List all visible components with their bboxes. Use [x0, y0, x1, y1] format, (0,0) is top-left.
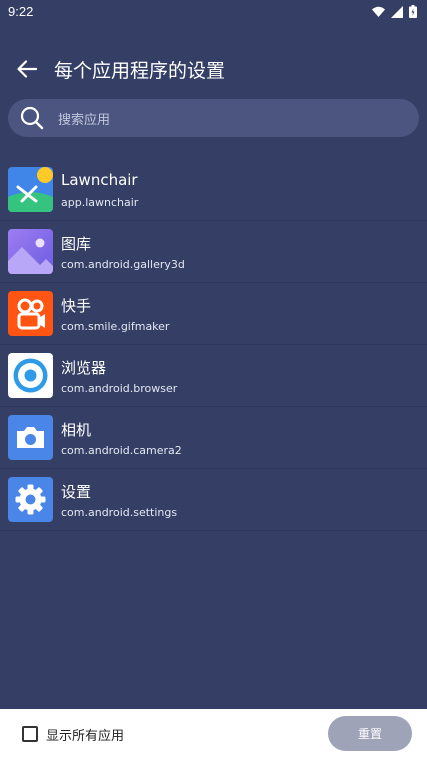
bottom-bar: 显示所有应用 重置 — [0, 709, 427, 759]
show-all-label[interactable]: 显示所有应用 — [46, 725, 124, 744]
app-package: com.android.browser — [61, 382, 178, 395]
list-item-lawnchair[interactable]: Lawnchair app.lawnchair — [0, 159, 427, 221]
list-item-kuaishou[interactable]: 快手 com.smile.gifmaker — [0, 283, 427, 345]
camera-icon — [8, 415, 53, 460]
app-package: com.smile.gifmaker — [61, 320, 170, 333]
list-item-browser[interactable]: 浏览器 com.android.browser — [0, 345, 427, 407]
battery-icon — [409, 5, 417, 18]
search-placeholder: 搜索应用 — [58, 113, 111, 128]
app-name: 快手 — [61, 297, 92, 315]
list-item-gallery[interactable]: 图库 com.android.gallery3d — [0, 221, 427, 283]
app-package: com.android.gallery3d — [61, 258, 185, 271]
app-package: com.android.settings — [61, 506, 178, 519]
app-name: 浏览器 — [61, 359, 107, 377]
app-list: Lawnchair app.lawnchair 图库 com.android.g… — [0, 159, 427, 531]
app-package: com.android.camera2 — [61, 444, 182, 457]
list-item-settings[interactable]: 设置 com.android.settings — [0, 469, 427, 531]
status-time: 9:22 — [8, 4, 34, 19]
app-name: 设置 — [61, 483, 92, 501]
wifi-icon — [372, 6, 385, 17]
app-name: Lawnchair — [61, 171, 138, 189]
arrow-back-icon — [17, 60, 37, 78]
search-input[interactable]: 搜索应用 — [8, 99, 419, 137]
status-bar: 9:22 — [0, 0, 427, 24]
app-package: app.lawnchair — [61, 196, 139, 209]
list-item-camera[interactable]: 相机 com.android.camera2 — [0, 407, 427, 469]
show-all-checkbox[interactable] — [22, 726, 38, 742]
reset-button[interactable]: 重置 — [328, 716, 412, 751]
app-name: 相机 — [61, 421, 92, 439]
browser-icon — [8, 353, 53, 398]
search-icon — [20, 106, 44, 130]
settings-icon — [8, 477, 53, 522]
app-bar: 每个应用程序的设置 — [0, 48, 427, 90]
status-icons — [372, 5, 417, 18]
gallery-icon — [8, 229, 53, 274]
kuaishou-icon — [8, 291, 53, 336]
back-button[interactable] — [14, 56, 40, 82]
signal-icon — [391, 5, 403, 18]
lawnchair-icon — [8, 167, 53, 212]
page-title: 每个应用程序的设置 — [54, 60, 226, 82]
app-name: 图库 — [61, 235, 92, 253]
